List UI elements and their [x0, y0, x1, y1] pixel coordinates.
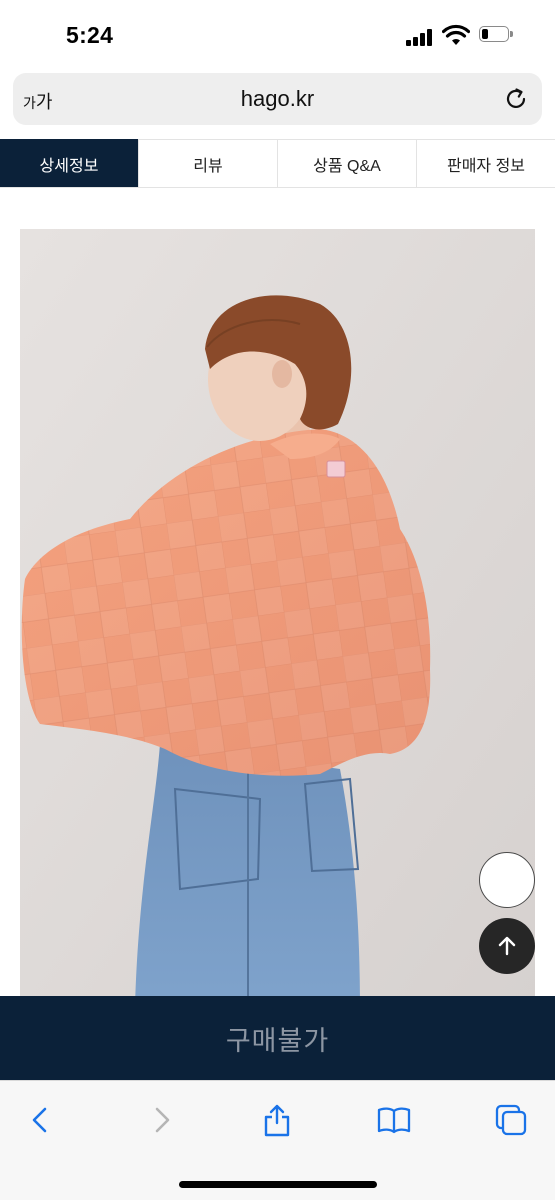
- tab-seller-info[interactable]: 판매자 정보: [416, 139, 555, 187]
- product-photo-illustration: [20, 229, 535, 1009]
- bookmarks-icon[interactable]: [377, 1103, 411, 1137]
- wifi-icon: [442, 24, 470, 45]
- scroll-top-button[interactable]: [479, 918, 535, 974]
- tab-reviews[interactable]: 리뷰: [138, 139, 277, 187]
- tabs-icon[interactable]: [494, 1103, 528, 1137]
- back-chevron-icon[interactable]: [24, 1103, 58, 1137]
- url-text[interactable]: hago.kr: [13, 86, 542, 112]
- share-icon[interactable]: [260, 1103, 294, 1137]
- purchase-unavailable-label: 구매불가: [225, 1025, 330, 1056]
- home-indicator: [179, 1181, 377, 1188]
- floating-circle-button[interactable]: [479, 852, 535, 908]
- tab-product-qna[interactable]: 상품 Q&A: [277, 139, 416, 187]
- forward-chevron-icon[interactable]: [144, 1103, 178, 1137]
- battery-level: [482, 29, 488, 39]
- status-time: 5:24: [66, 22, 114, 48]
- tab-details[interactable]: 상세정보: [0, 139, 138, 187]
- arrow-up-icon: [498, 936, 516, 956]
- cellular-signal-icon: [406, 28, 436, 46]
- product-photo: [20, 229, 535, 1009]
- status-bar: 5:24: [0, 0, 555, 72]
- reload-icon[interactable]: [503, 86, 529, 112]
- product-tabs: 상세정보 리뷰 상품 Q&A 판매자 정보: [0, 139, 555, 188]
- purchase-bar[interactable]: 구매불가: [0, 996, 555, 1080]
- address-bar[interactable]: 가가 hago.kr: [13, 73, 542, 125]
- battery-icon: [479, 26, 513, 44]
